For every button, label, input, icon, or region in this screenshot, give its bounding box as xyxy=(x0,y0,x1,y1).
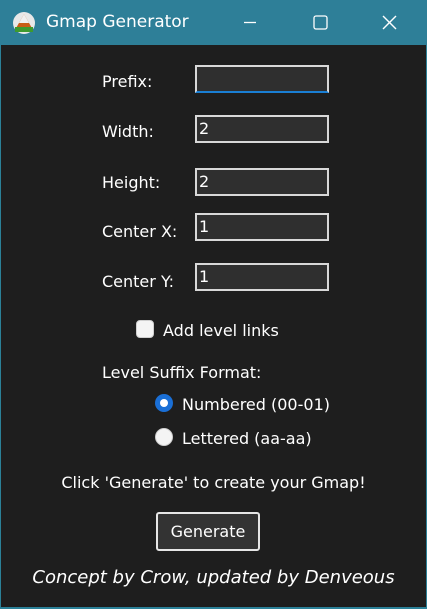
credit-text: Concept by Crow, updated by Denveous xyxy=(32,567,395,588)
hint-text: Click 'Generate' to create your Gmap! xyxy=(61,473,366,492)
gmap-generator-window: Gmap Generator Prefix: Width: 2 Height: … xyxy=(0,0,427,609)
maximize-button[interactable] xyxy=(296,0,344,45)
close-button[interactable] xyxy=(366,0,414,45)
width-label: Width: xyxy=(102,122,154,141)
width-input[interactable]: 2 xyxy=(195,115,329,143)
center-y-label: Center Y: xyxy=(102,272,174,291)
prefix-input[interactable] xyxy=(195,65,329,93)
minimize-button[interactable] xyxy=(226,0,274,45)
maximize-icon xyxy=(313,15,328,30)
app-icon xyxy=(13,12,35,34)
height-input[interactable]: 2 xyxy=(195,168,329,196)
level-links-checkbox[interactable] xyxy=(136,320,154,338)
lettered-radio-label[interactable]: Lettered (aa-aa) xyxy=(182,429,312,448)
prefix-label: Prefix: xyxy=(102,72,153,91)
level-links-label[interactable]: Add level links xyxy=(163,321,279,340)
close-icon xyxy=(382,15,397,30)
numbered-radio[interactable] xyxy=(155,394,173,412)
lettered-radio[interactable] xyxy=(155,428,173,446)
title-bar[interactable]: Gmap Generator xyxy=(0,0,427,45)
generate-button[interactable]: Generate xyxy=(156,512,260,551)
minimize-icon xyxy=(244,21,256,24)
center-x-label: Center X: xyxy=(102,222,178,241)
center-x-input[interactable]: 1 xyxy=(195,213,329,241)
center-y-input[interactable]: 1 xyxy=(195,263,329,291)
suffix-format-label: Level Suffix Format: xyxy=(102,363,262,382)
height-label: Height: xyxy=(102,173,161,192)
numbered-radio-label[interactable]: Numbered (00-01) xyxy=(182,395,330,414)
window-title: Gmap Generator xyxy=(46,12,189,32)
